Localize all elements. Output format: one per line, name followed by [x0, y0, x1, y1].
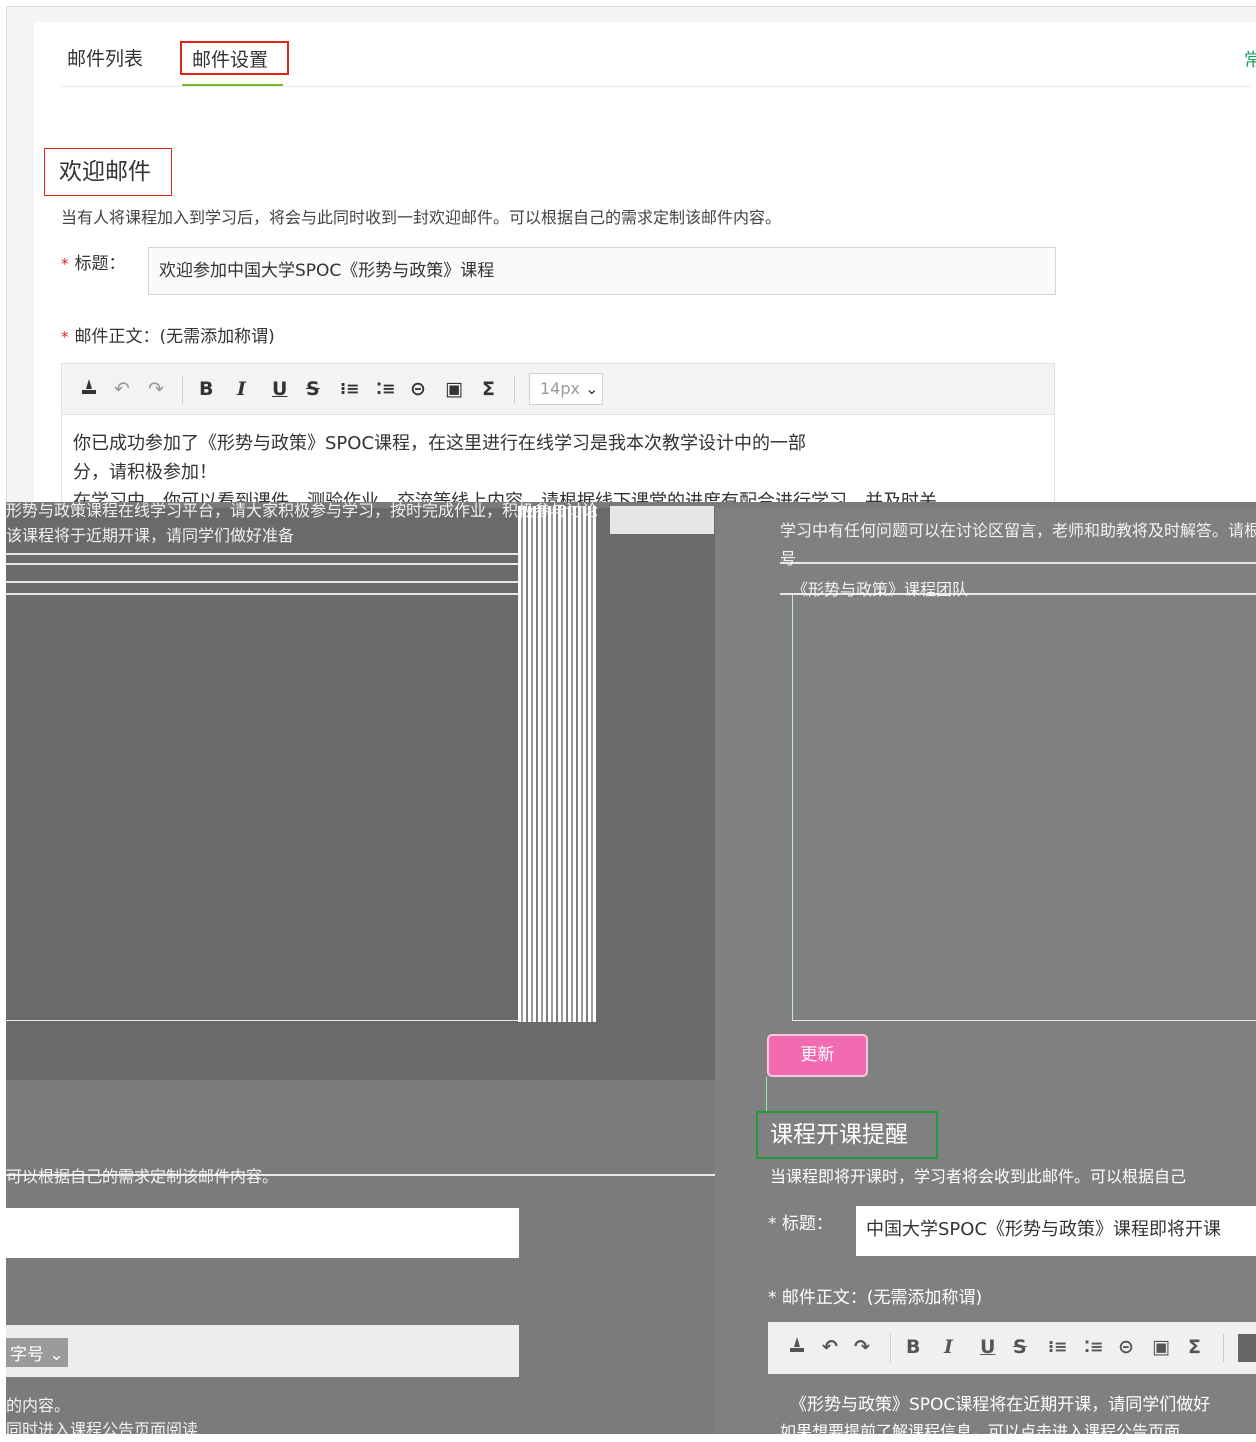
subject-label-row: * 标题： [61, 249, 126, 274]
toolbar-separator [514, 376, 515, 404]
glitched-input [6, 1208, 519, 1258]
ordered-list-icon[interactable]: ⁝≡ [340, 376, 359, 402]
undo-icon[interactable]: ↶ [114, 376, 130, 402]
dropdown-label: 字号 [10, 1345, 44, 1365]
redo-icon[interactable]: ↷ [148, 376, 164, 402]
update-button[interactable]: 更新 [767, 1034, 868, 1077]
underline-button[interactable]: U [272, 376, 287, 402]
chevron-down-icon: ⌄ [585, 379, 599, 398]
glitch-stripes [518, 506, 596, 1022]
tab-mail-settings[interactable]: 邮件设置 [180, 41, 289, 75]
ordered-list-icon[interactable]: ⁝≡ [1048, 1334, 1067, 1360]
tab-mail-list[interactable]: 邮件列表 [67, 46, 143, 72]
mail-body-editor[interactable]: 你已成功参加了《形势与政策》SPOC课程，在这里进行在线学习是我本次教学设计中的… [61, 415, 1055, 512]
subject-label: 标题： [74, 254, 126, 274]
reminder-description: 当课程即将开课时，学习者将会收到此邮件。可以根据自己 [770, 1167, 1187, 1186]
ghost-text: 学习中有任何问题可以在讨论区留言，老师和助教将及时解答。请根据课程进度安排 [780, 521, 1256, 540]
image-icon[interactable]: ▣ [1152, 1334, 1170, 1360]
welcome-mail-description: 当有人将课程加入到学习后，将会与此同时收到一封欢迎邮件。可以根据自己的需求定制该… [61, 208, 782, 227]
glitch-line [6, 563, 518, 565]
underline-button[interactable]: U [980, 1334, 995, 1360]
font-size-value: 14px [540, 379, 580, 398]
glitch-line [780, 562, 1256, 564]
course-start-reminder-title: 课程开课提醒 [756, 1111, 938, 1159]
ghost-text: 可以根据自己的需求定制该邮件内容。 [6, 1167, 279, 1186]
ghost-text: 号 [780, 549, 797, 568]
left-divider [6, 6, 7, 506]
required-mark: * [61, 328, 69, 346]
ghost-text: 的内容。 [6, 1396, 71, 1415]
redo-icon[interactable]: ↷ [854, 1334, 870, 1360]
reminder-subject-label: * 标题： [768, 1214, 833, 1234]
body-label-row: * 邮件正文：(无需添加称谓) [61, 322, 275, 347]
font-size-select[interactable] [1238, 1334, 1256, 1362]
top-divider [6, 6, 1256, 7]
editor-line: 分，请积极参加！ [73, 462, 217, 483]
glitched-toolbar [6, 1325, 519, 1377]
truncated-right-label: 常 [1244, 50, 1256, 71]
clear-format-icon[interactable] [788, 1334, 806, 1361]
strikethrough-button[interactable]: S [306, 376, 320, 402]
ghost-text: 该课程将于近期开课，请同学们做好准备 [6, 526, 295, 545]
image-icon[interactable]: ▣ [445, 376, 463, 402]
ghost-text: 《形势与政策》课程团队 [792, 580, 969, 599]
editor-toolbar: ↶ ↷ B I U S ⁝≡ ⁚≡ ⊝ ▣ Σ 14px ⌄ [61, 363, 1055, 415]
chevron-down-icon: ⌄ [49, 1345, 64, 1365]
clear-format-icon[interactable] [80, 376, 98, 403]
ghost-text: 同时进入课程公告页面阅读 [6, 1420, 199, 1439]
link-icon[interactable]: ⊝ [410, 376, 426, 402]
glitch-line [6, 581, 518, 583]
glitch-line [792, 1020, 1256, 1021]
undo-icon[interactable]: ↶ [822, 1334, 838, 1360]
bold-button[interactable]: B [199, 376, 213, 402]
font-size-select[interactable]: 14px ⌄ [529, 373, 603, 405]
toolbar-separator [890, 1334, 891, 1362]
italic-button[interactable]: I [944, 1334, 953, 1360]
glitch-line [6, 593, 518, 595]
editor-line: 你已成功参加了《形势与政策》SPOC课程，在这里进行在线学习是我本次教学设计中的… [73, 433, 807, 454]
reminder-editor-toolbar: ↶ ↷ B I U S ⁝≡ ⁚≡ ⊝ ▣ Σ [768, 1322, 1256, 1374]
bold-button[interactable]: B [906, 1334, 920, 1360]
glitch-line [6, 553, 518, 555]
welcome-mail-title: 欢迎邮件 [44, 148, 172, 196]
bullet-list-icon[interactable]: ⁚≡ [376, 376, 395, 402]
ghost-text: 形势与政策课程在线学习平台，请大家积极参与学习，按时完成作业，积极参与讨论 [6, 501, 599, 520]
body-label: 邮件正文：(无需添加称谓) [74, 327, 275, 347]
formula-icon[interactable]: Σ [482, 376, 495, 402]
toolbar-separator [1223, 1334, 1224, 1362]
required-mark: * [61, 255, 69, 273]
reminder-editor-line: 《形势与政策》SPOC课程将在近期开课，请同学们做好 [790, 1395, 1211, 1415]
tab-bar-divider [61, 86, 1251, 87]
bullet-list-icon[interactable]: ⁚≡ [1084, 1334, 1103, 1360]
glitch-line [6, 1020, 518, 1021]
formula-icon[interactable]: Σ [1188, 1334, 1201, 1360]
subject-input[interactable]: 欢迎参加中国大学SPOC《形势与政策》课程 [148, 247, 1056, 295]
italic-button[interactable]: I [237, 376, 246, 402]
reminder-body-label: * 邮件正文：(无需添加称谓) [768, 1288, 983, 1308]
reminder-subject-input[interactable]: 中国大学SPOC《形势与政策》课程即将开课 [856, 1206, 1256, 1256]
reminder-editor-line: 如果想要提前了解课程信息，可以点击进入课程公告页面 [780, 1422, 1181, 1441]
glitched-font-size-select: 字号 ⌄ [6, 1338, 68, 1367]
toolbar-separator [182, 376, 183, 404]
glitch-line [792, 595, 793, 1021]
strikethrough-button[interactable]: S [1013, 1334, 1027, 1360]
connector-line [766, 1077, 767, 1111]
link-icon[interactable]: ⊝ [1118, 1334, 1134, 1360]
